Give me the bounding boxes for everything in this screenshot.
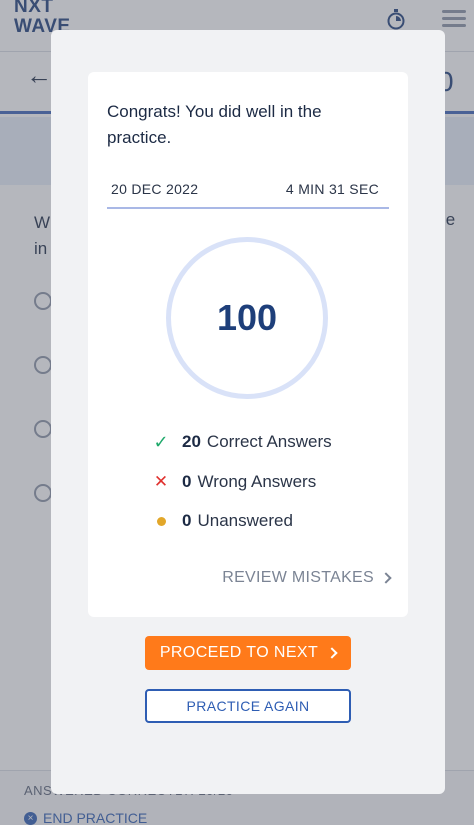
- stat-unanswered: 0 Unanswered: [150, 509, 293, 533]
- stat-correct: ✓ 20 Correct Answers: [150, 430, 332, 454]
- wrong-count: 0: [182, 472, 192, 491]
- wrong-label: Wrong Answers: [197, 472, 317, 491]
- score-value: 100: [216, 297, 278, 338]
- correct-label: Correct Answers: [206, 432, 332, 451]
- unanswered-count: 0: [182, 511, 192, 530]
- correct-count: 20: [182, 432, 201, 451]
- unanswered-label: Unanswered: [197, 511, 293, 530]
- score-ring: 100: [166, 237, 328, 399]
- result-duration: 4 MIN 31 SEC: [285, 181, 379, 197]
- chevron-right-icon: [380, 572, 392, 584]
- dot-icon: [150, 511, 172, 531]
- result-message: Congrats! You did well in the practice.: [107, 102, 322, 147]
- practice-again-button[interactable]: PRACTICE AGAIN: [145, 689, 351, 723]
- chevron-right-icon: [326, 647, 338, 659]
- check-icon: ✓: [153, 431, 169, 452]
- result-card: Congrats! You did well in the practice. …: [88, 72, 408, 617]
- cross-icon: ✕: [153, 472, 169, 491]
- result-date: 20 DEC 2022: [111, 181, 199, 197]
- result-meta: 20 DEC 2022 4 MIN 31 SEC: [107, 178, 389, 209]
- practice-result-modal: Congrats! You did well in the practice. …: [51, 30, 445, 794]
- proceed-to-next-button[interactable]: PROCEED TO NEXT: [145, 636, 351, 670]
- stat-wrong: ✕ 0 Wrong Answers: [150, 470, 316, 494]
- review-mistakes-link[interactable]: REVIEW MISTAKES: [222, 569, 392, 587]
